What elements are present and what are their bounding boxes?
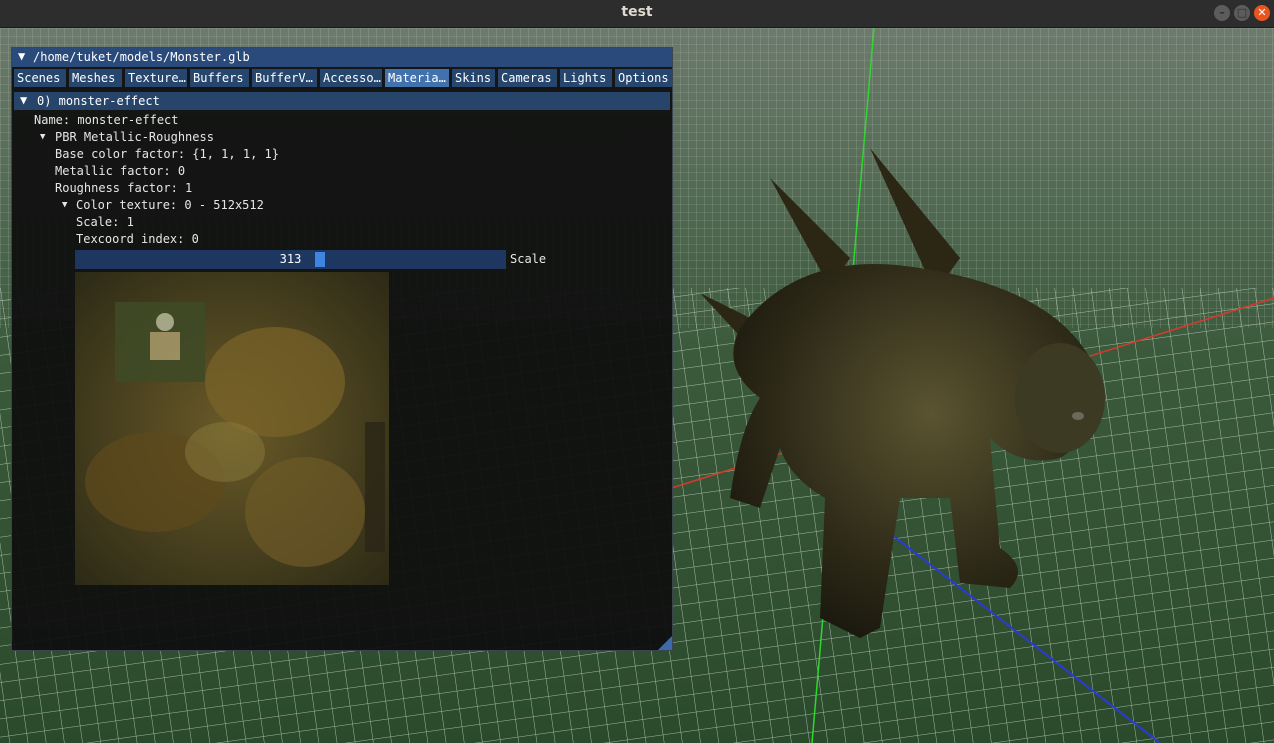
- tab-skins[interactable]: Skins: [452, 69, 495, 87]
- scale-slider[interactable]: 313: [75, 250, 506, 269]
- tab-meshes[interactable]: Meshes: [69, 69, 122, 87]
- title-bar: test – □ ✕: [0, 0, 1274, 28]
- material-header-label: 0) monster-effect: [37, 94, 160, 108]
- tab-buffers[interactable]: Buffers: [190, 69, 249, 87]
- scale-slider-grab[interactable]: [315, 252, 325, 267]
- tab-textures[interactable]: Texture…: [125, 69, 187, 87]
- tab-materials[interactable]: Materia…: [385, 69, 449, 87]
- window-title: test: [621, 4, 653, 20]
- model-inspector-window[interactable]: ▼ /home/tuket/models/Monster.glb Scenes …: [11, 47, 673, 651]
- close-icon[interactable]: ✕: [1254, 5, 1270, 21]
- tab-buffer-views[interactable]: BufferV…: [252, 69, 317, 87]
- scale-slider-value: 313: [279, 252, 302, 266]
- inspector-title-bar[interactable]: ▼ /home/tuket/models/Monster.glb: [12, 48, 672, 67]
- material-name: Name: monster-effect: [34, 113, 179, 127]
- material-header[interactable]: ▼ 0) monster-effect: [14, 92, 670, 110]
- roughness-factor: Roughness factor: 1: [55, 181, 193, 195]
- pbr-tree-node[interactable]: PBR Metallic-Roughness: [55, 130, 214, 144]
- texture-preview: [75, 272, 389, 585]
- scale-slider-label: Scale: [510, 252, 547, 266]
- metallic-factor: Metallic factor: 0: [55, 164, 186, 178]
- tab-scenes[interactable]: Scenes: [14, 69, 66, 87]
- tab-cameras[interactable]: Cameras: [498, 69, 557, 87]
- tree-node-arrow-icon[interactable]: ▼: [62, 200, 67, 210]
- tab-accessors[interactable]: Accesso…: [320, 69, 382, 87]
- collapse-arrow-icon[interactable]: ▼: [18, 49, 25, 63]
- texcoord-index: Texcoord index: 0: [76, 232, 199, 246]
- resize-grip-icon[interactable]: [658, 636, 672, 650]
- minimize-icon[interactable]: –: [1214, 5, 1230, 21]
- color-texture-tree-node[interactable]: Color texture: 0 - 512x512: [76, 198, 264, 212]
- base-color-factor: Base color factor: {1, 1, 1, 1}: [55, 147, 279, 161]
- texture-image: [75, 272, 389, 585]
- tree-node-arrow-icon[interactable]: ▼: [40, 132, 45, 142]
- tab-options[interactable]: Options: [615, 69, 672, 87]
- file-path: /home/tuket/models/Monster.glb: [33, 50, 250, 64]
- collapse-arrow-icon[interactable]: ▼: [20, 93, 27, 107]
- texture-scale: Scale: 1: [76, 215, 134, 229]
- tab-bar: Scenes Meshes Texture… Buffers BufferV… …: [14, 69, 674, 88]
- maximize-icon[interactable]: □: [1234, 5, 1250, 21]
- tab-lights[interactable]: Lights: [560, 69, 612, 87]
